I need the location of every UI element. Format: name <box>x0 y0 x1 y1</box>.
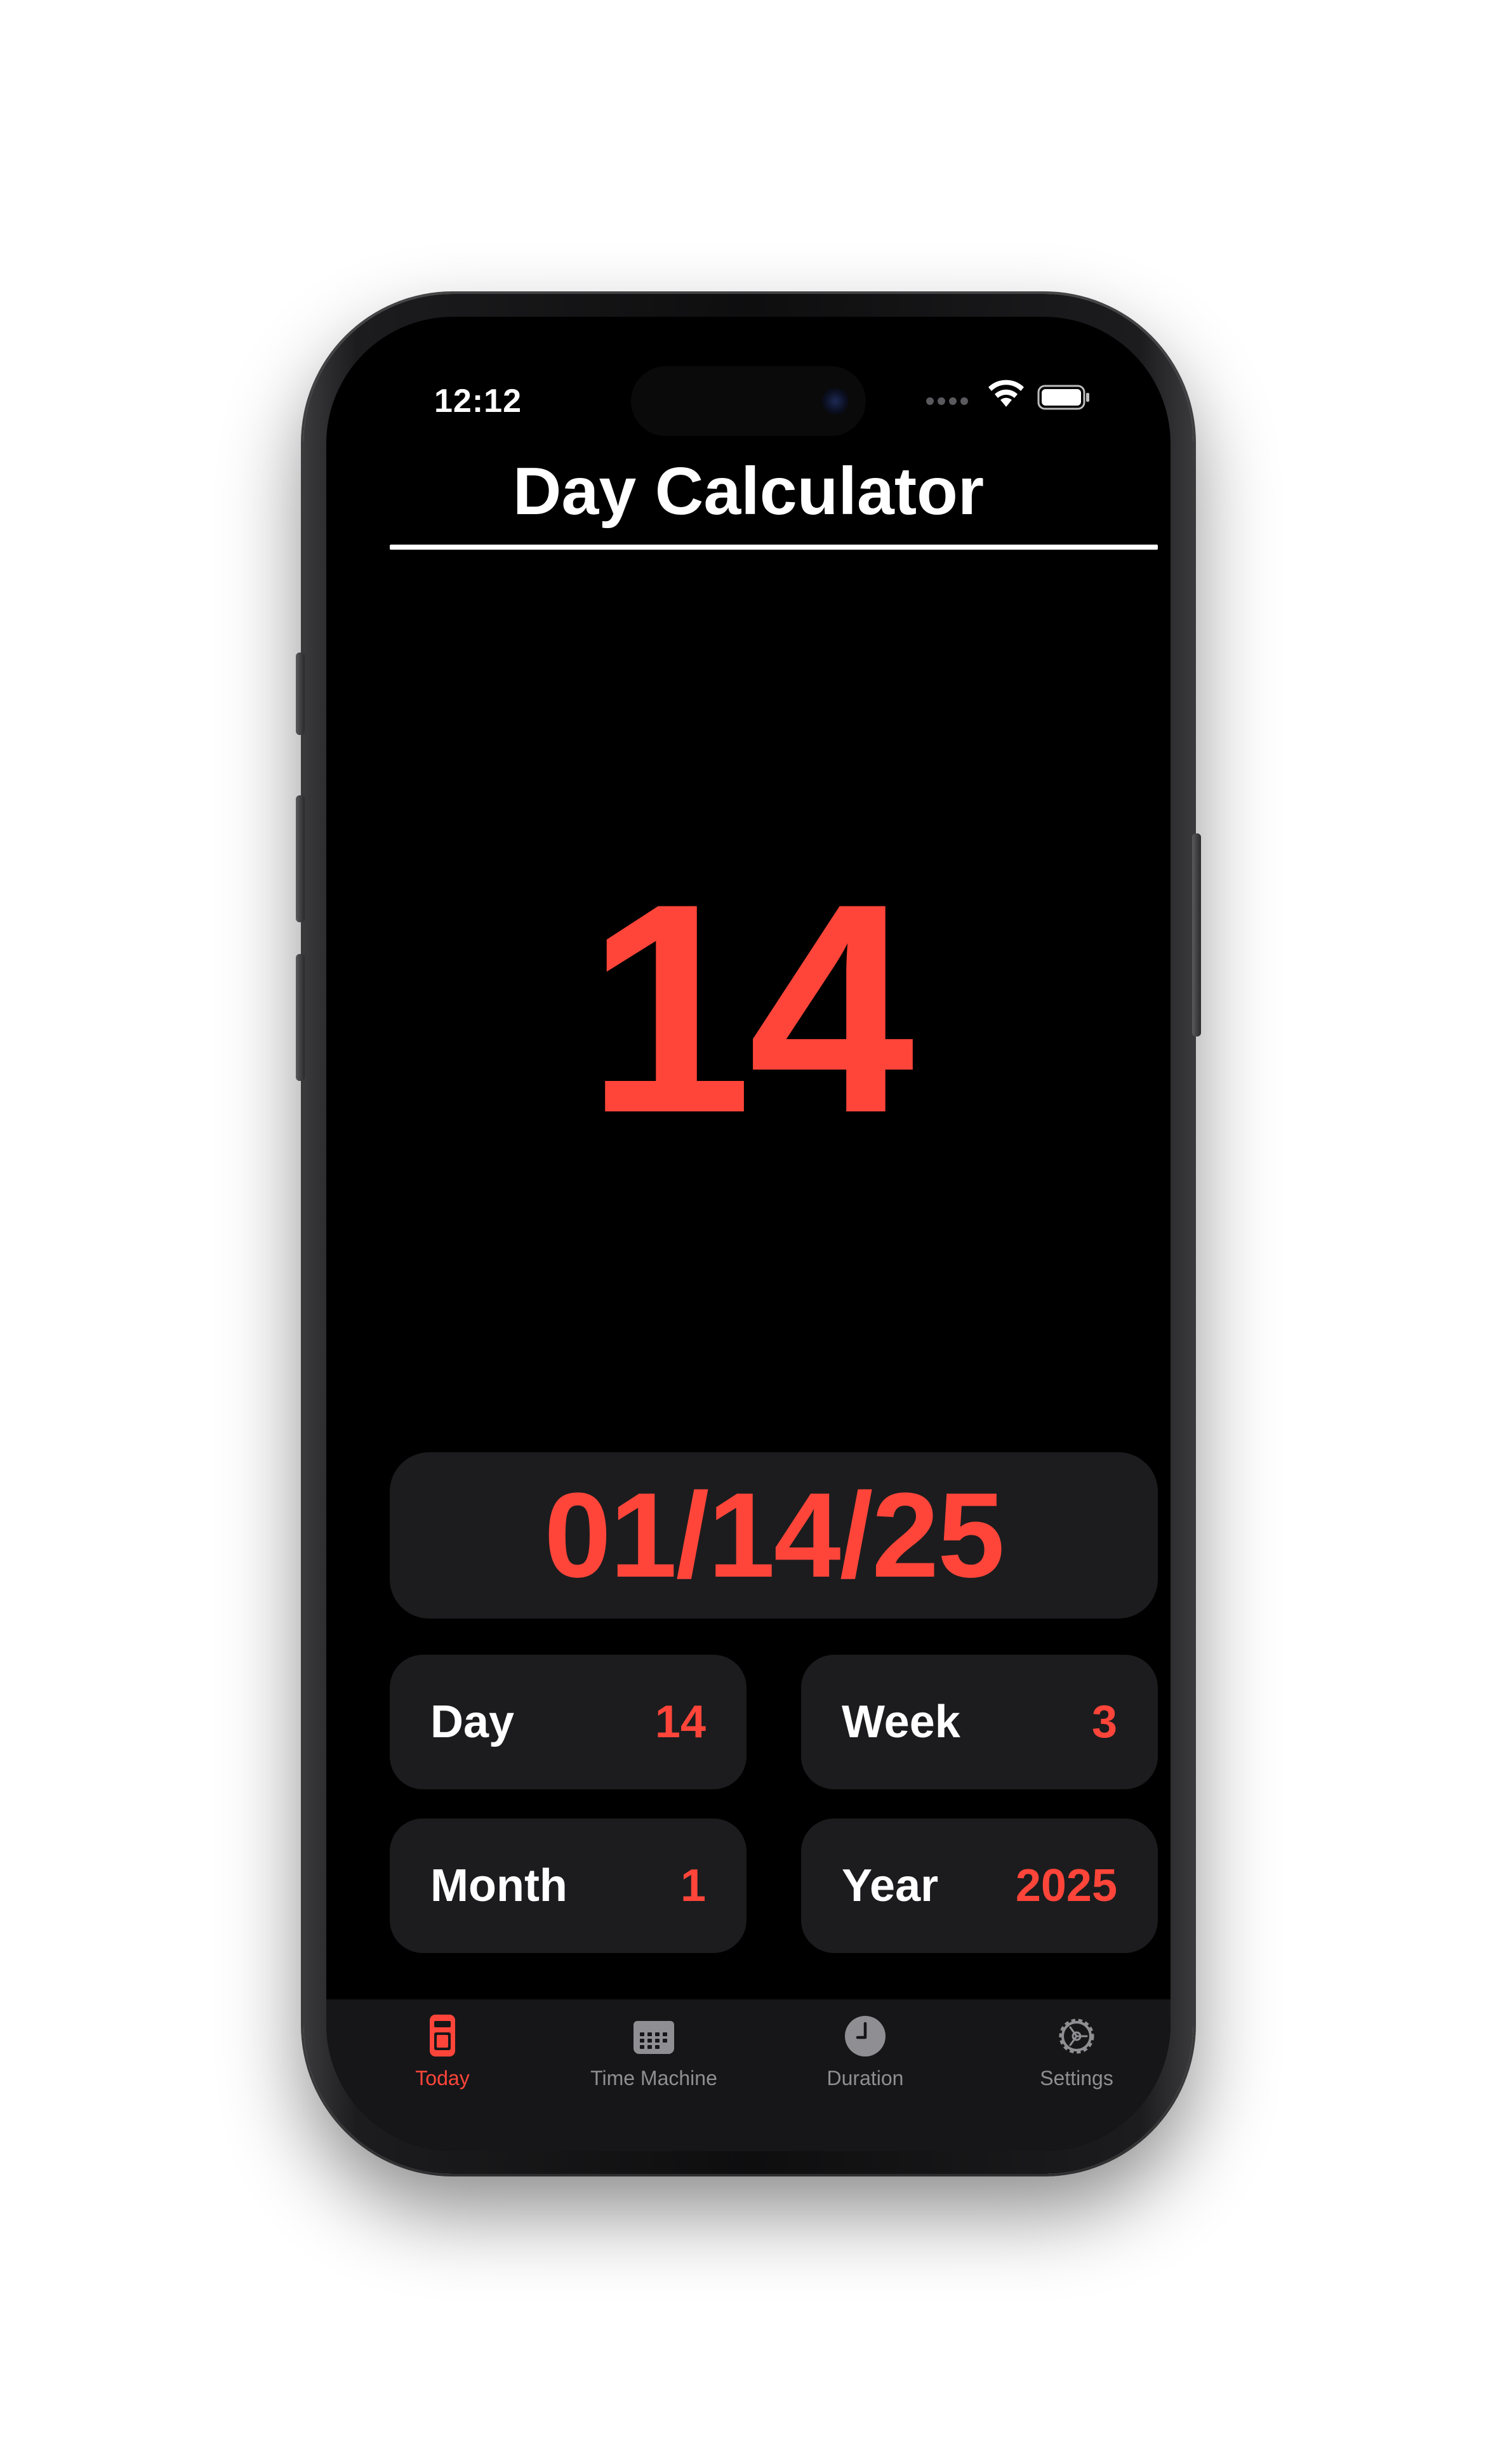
tab-bar: Today Time Machine Duration Settings <box>326 1999 1171 2151</box>
status-time: 12:12 <box>434 383 522 420</box>
date-card: 01/14/25 <box>390 1452 1158 1619</box>
tab-duration[interactable]: Duration <box>770 2011 960 2090</box>
stat-value: 14 <box>654 1697 706 1747</box>
camera-icon <box>822 388 849 414</box>
tab-label: Duration <box>826 2067 904 2090</box>
stat-label: Day <box>430 1697 515 1747</box>
screen: 12:12 Day Calculator 14 01/14/25 Day 14 … <box>326 317 1171 2151</box>
stat-label: Year <box>842 1860 939 1911</box>
tab-time-machine[interactable]: Time Machine <box>559 2011 749 2090</box>
stat-label: Month <box>430 1860 567 1911</box>
stat-value: 2025 <box>1015 1860 1117 1911</box>
power-button <box>1192 833 1201 1037</box>
stat-card-year: Year 2025 <box>801 1818 1158 1953</box>
title-divider <box>390 545 1158 550</box>
wifi-icon <box>988 380 1024 407</box>
device-mockup: 12:12 Day Calculator 14 01/14/25 Day 14 … <box>0 0 1493 2464</box>
stat-value: 3 <box>1091 1697 1117 1747</box>
gear-icon <box>1059 2018 1094 2054</box>
calendar-icon <box>634 2021 674 2054</box>
stat-label: Week <box>842 1697 960 1747</box>
tab-label: Today <box>415 2067 470 2090</box>
clock-icon <box>845 2016 886 2057</box>
stat-card-week: Week 3 <box>801 1655 1158 1789</box>
tab-today[interactable]: Today <box>347 2011 538 2090</box>
cellular-signal-icon <box>926 397 968 405</box>
tab-settings[interactable]: Settings <box>981 2011 1171 2090</box>
stat-value: 1 <box>680 1860 706 1911</box>
stat-card-month: Month 1 <box>390 1818 746 1953</box>
stat-card-day: Day 14 <box>390 1655 746 1789</box>
tab-label: Time Machine <box>590 2067 717 2090</box>
phone-frame: 12:12 Day Calculator 14 01/14/25 Day 14 … <box>296 294 1201 2174</box>
volume-up-button <box>296 795 305 922</box>
volume-down-button <box>296 954 305 1081</box>
action-button <box>296 652 305 735</box>
tab-label: Settings <box>1040 2067 1113 2090</box>
big-day-number: 14 <box>586 842 915 1175</box>
battery-icon <box>1037 385 1089 410</box>
date-display: 01/14/25 <box>544 1468 1005 1603</box>
page-title: Day Calculator <box>512 454 985 529</box>
today-icon <box>430 2015 455 2057</box>
